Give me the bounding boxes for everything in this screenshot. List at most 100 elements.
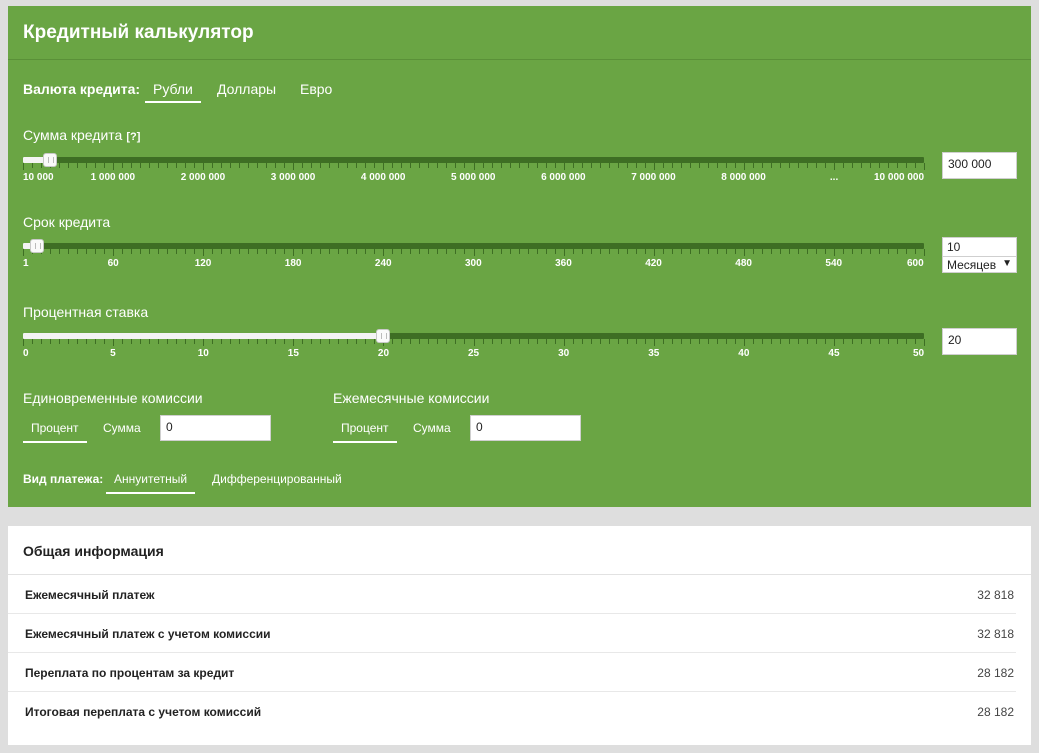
slider-tick (311, 163, 313, 168)
currency-tab-dollars[interactable]: Доллары (217, 81, 276, 101)
slider-tick (50, 339, 52, 344)
slider-tick (302, 163, 304, 168)
scale-label: 15 (287, 348, 299, 359)
summary-row-label: Итоговая переплата с учетом комиссий (25, 705, 262, 719)
slider-tick (293, 163, 295, 170)
summary-panel: Общая информация Ежемесячный платеж 32 8… (8, 526, 1031, 745)
slider-tick (212, 163, 214, 168)
slider-tick (86, 249, 88, 254)
slider-tick (500, 163, 502, 168)
slider-tick (924, 339, 925, 346)
one-time-fees-input[interactable]: 0 (160, 415, 271, 441)
slider-tick (149, 163, 151, 168)
slider-tick (194, 249, 196, 254)
slider-tick (842, 163, 844, 168)
slider-tick (167, 339, 169, 344)
slider-tick (797, 249, 799, 254)
slider-tick (293, 249, 295, 256)
scale-label: 1 (23, 258, 29, 269)
scale-label: 10 000 000 (874, 172, 925, 183)
monthly-fees-tab-sum[interactable]: Сумма (405, 421, 459, 441)
slider-tick (563, 249, 565, 256)
slider-tick (320, 249, 322, 254)
slider-tick (68, 339, 70, 344)
slider-tick (761, 163, 763, 168)
slider-tick (734, 163, 736, 168)
slider-tick (590, 339, 592, 344)
slider-tick (761, 339, 763, 344)
slider-tick (698, 249, 700, 254)
slider-tick (905, 339, 907, 344)
slider-tick (41, 339, 43, 344)
payment-type-tab-differentiated[interactable]: Дифференцированный (204, 472, 350, 492)
slider-tick (599, 339, 601, 344)
slider-tick (194, 163, 196, 168)
slider-tick (365, 249, 367, 254)
slider-tick (122, 249, 124, 254)
rate-slider-handle[interactable] (376, 329, 391, 343)
term-input[interactable]: 10 (942, 237, 1017, 257)
calculator-title: Кредитный калькулятор (8, 6, 1031, 60)
slider-tick (869, 339, 871, 344)
scale-label: 5 000 000 (451, 172, 496, 183)
slider-tick (428, 249, 430, 254)
slider-tick (149, 339, 151, 344)
slider-tick (113, 163, 115, 170)
slider-tick (815, 339, 817, 344)
slider-tick (671, 339, 673, 344)
slider-tick (248, 339, 250, 344)
monthly-fees-label: Ежемесячные комиссии (333, 390, 490, 406)
slider-tick (806, 249, 808, 254)
slider-tick (626, 163, 628, 168)
scale-label: 40 (738, 348, 750, 359)
term-slider-handle[interactable] (29, 239, 44, 253)
one-time-fees-tab-sum[interactable]: Сумма (95, 421, 149, 441)
term-unit-select[interactable]: Месяцев ▼ (942, 256, 1017, 273)
slider-tick (707, 339, 709, 344)
slider-tick (392, 163, 394, 168)
slider-tick (437, 163, 439, 168)
monthly-fees-tab-percent[interactable]: Процент (333, 421, 397, 443)
scale-label: 6 000 000 (541, 172, 586, 183)
slider-tick (482, 249, 484, 254)
slider-tick (833, 339, 835, 346)
slider-tick (32, 339, 33, 344)
slider-tick (761, 249, 763, 254)
slider-tick (527, 249, 529, 254)
slider-tick (743, 163, 745, 170)
slider-tick (788, 163, 790, 168)
slider-tick (248, 249, 250, 254)
scale-label: 480 (735, 258, 752, 269)
slider-tick (140, 339, 142, 344)
slider-tick (212, 339, 214, 344)
slider-tick (140, 249, 142, 254)
one-time-fees-tab-percent[interactable]: Процент (23, 421, 87, 443)
amount-help-link[interactable]: [?] (126, 131, 140, 143)
slider-tick (896, 339, 898, 344)
slider-tick (680, 249, 682, 254)
slider-tick (824, 249, 826, 254)
slider-tick (356, 249, 358, 254)
amount-slider-handle[interactable] (43, 153, 58, 167)
payment-type-tab-annuity[interactable]: Аннуитетный (106, 472, 196, 494)
slider-tick (779, 249, 781, 254)
slider-tick (563, 163, 565, 170)
monthly-fees-input[interactable]: 0 (470, 415, 581, 441)
amount-input[interactable]: 300 000 (942, 152, 1017, 179)
slider-tick (779, 339, 781, 344)
currency-tab-euro[interactable]: Евро (300, 81, 332, 101)
slider-tick (59, 339, 61, 344)
summary-row-label: Переплата по процентам за кредит (25, 666, 235, 680)
slider-tick (626, 339, 628, 344)
scale-label: 120 (194, 258, 212, 269)
currency-tab-rubles[interactable]: Рубли (145, 81, 201, 103)
slider-tick (842, 339, 844, 344)
slider-tick (410, 163, 412, 168)
slider-tick (491, 339, 493, 344)
slider-tick (104, 163, 106, 168)
slider-tick (302, 339, 304, 344)
rate-input[interactable]: 20 (942, 328, 1017, 355)
summary-title: Общая информация (8, 526, 1031, 575)
slider-tick (590, 249, 592, 254)
slider-tick (851, 163, 853, 168)
